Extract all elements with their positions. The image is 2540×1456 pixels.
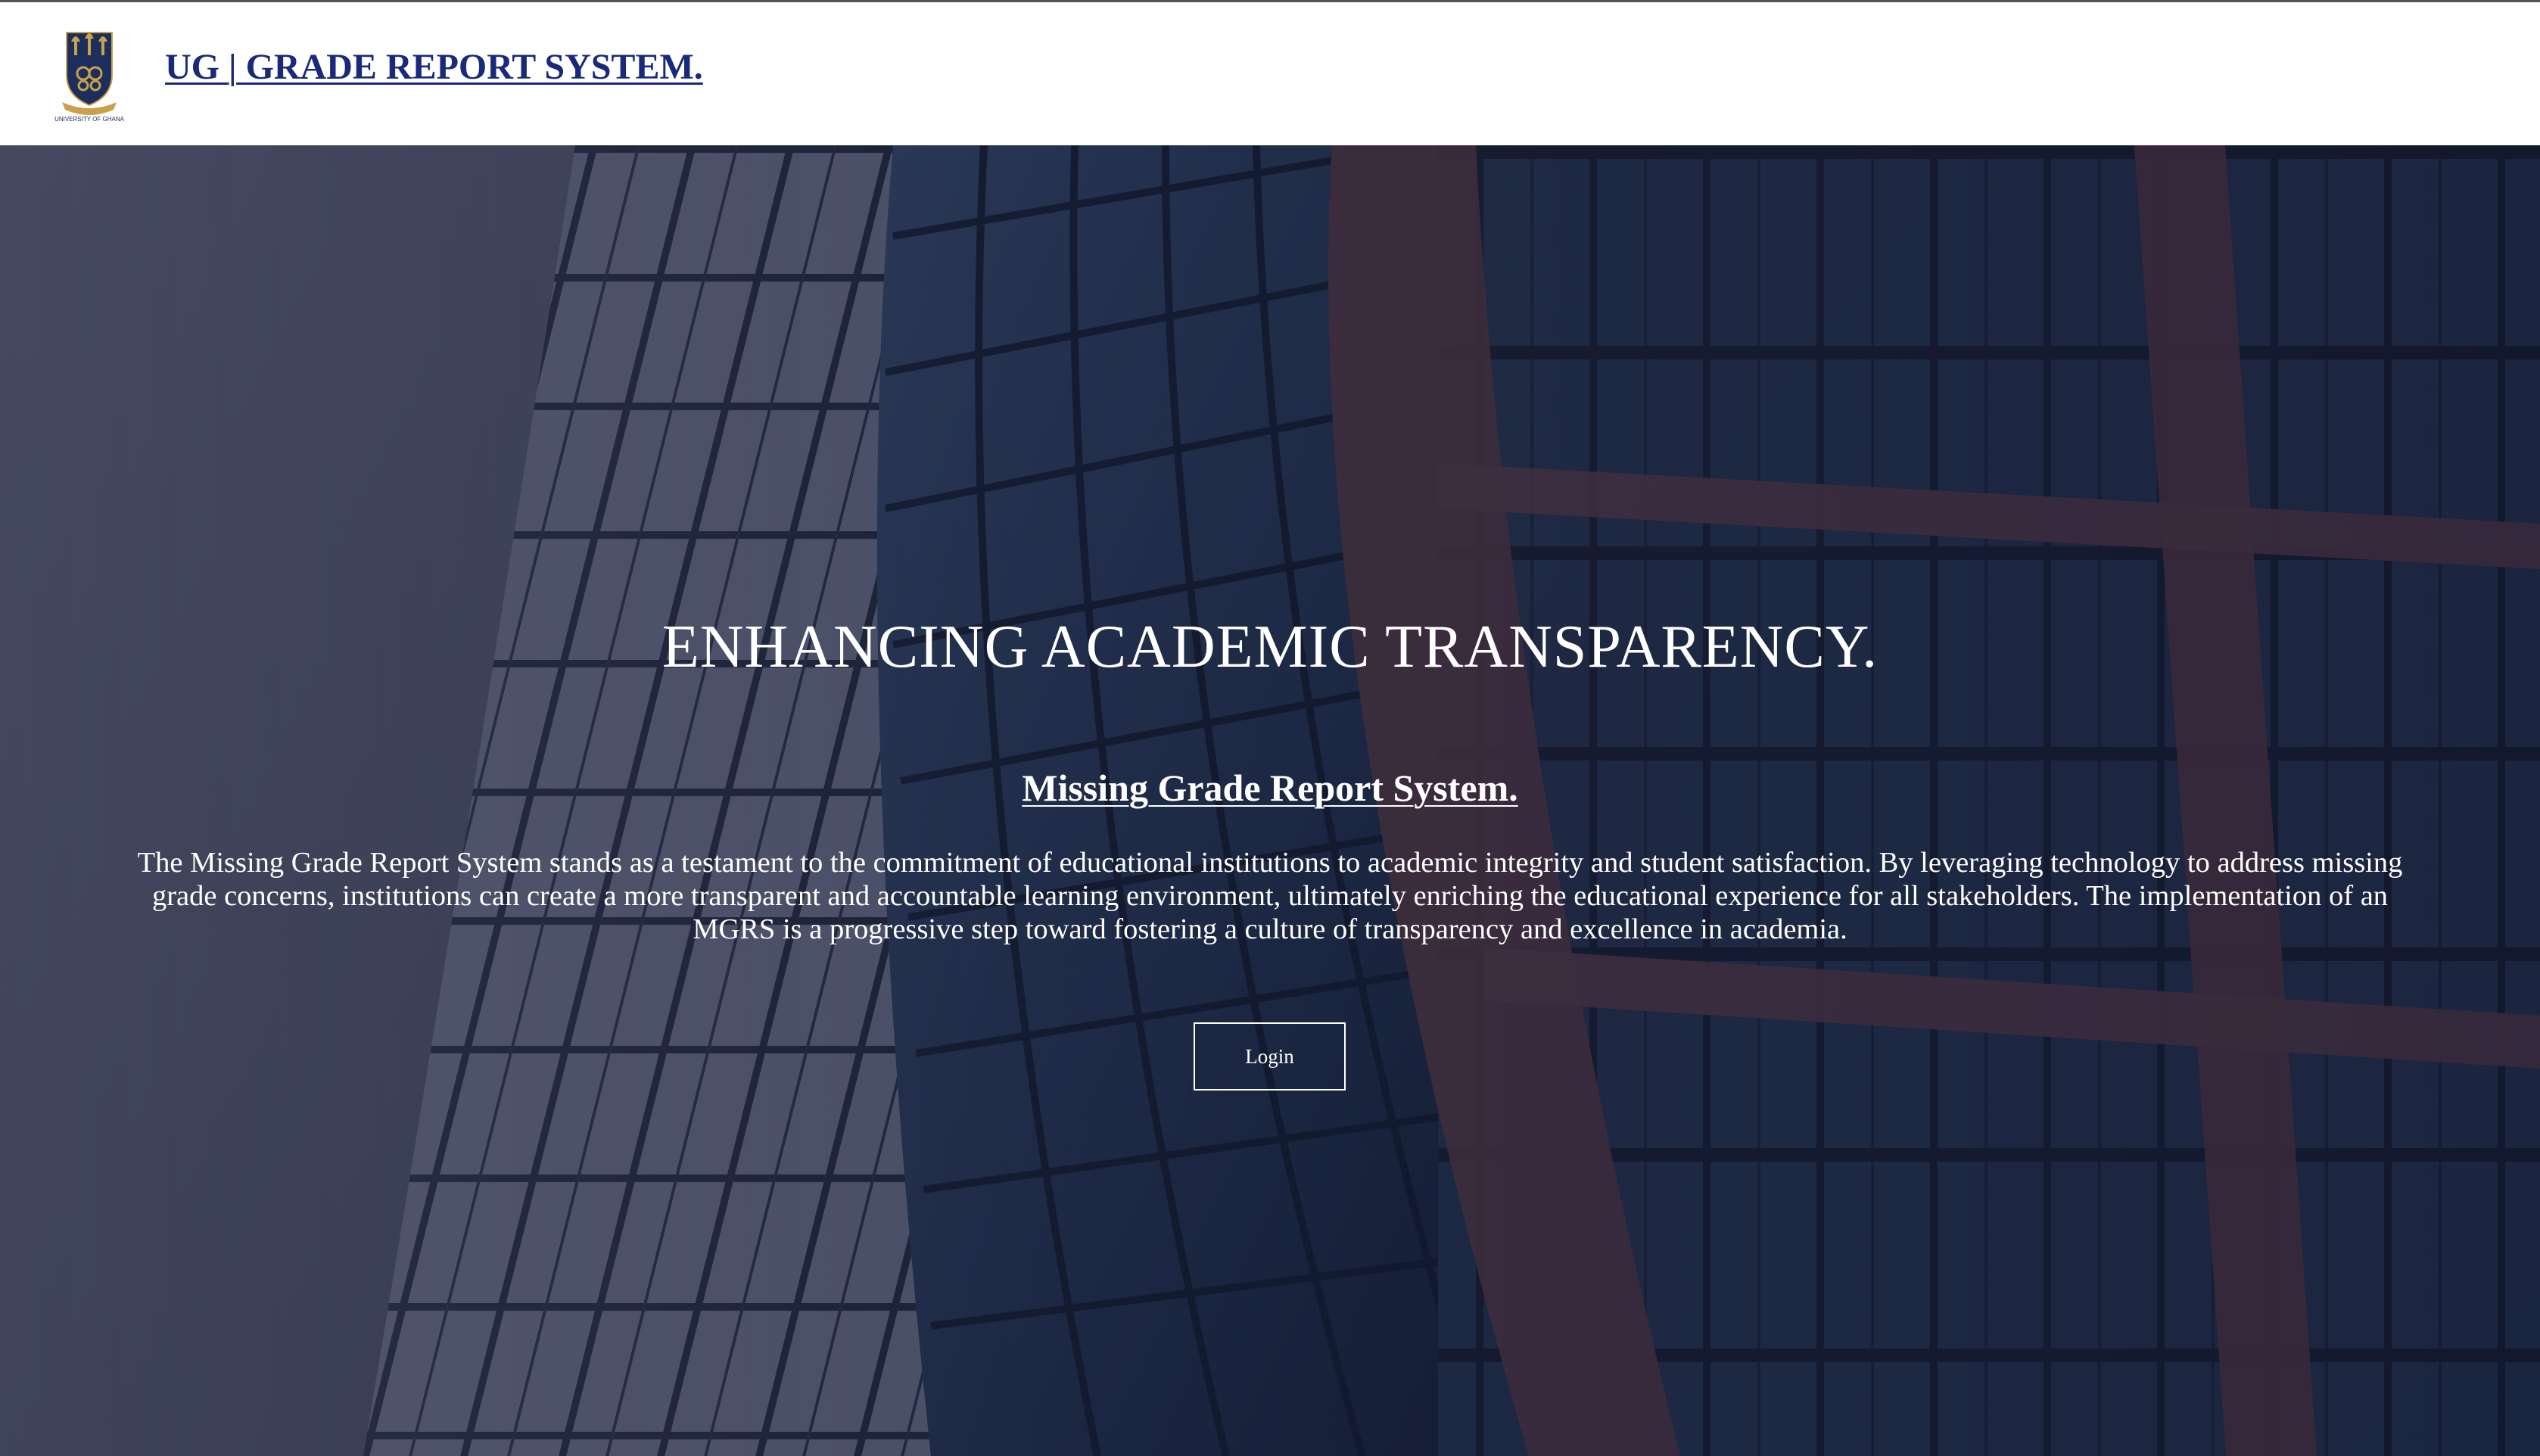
hero-content: ENHANCING ACADEMIC TRANSPARENCY. Missing… [0,145,2540,1456]
hero-title: ENHANCING ACADEMIC TRANSPARENCY. [661,614,1879,680]
top-header: UNIVERSITY OF GHANA UG | GRADE REPORT SY… [0,0,2540,145]
university-crest-icon[interactable]: UNIVERSITY OF GHANA [53,26,126,123]
hero-description: The Missing Grade Report System stands a… [137,847,2403,945]
hero-subtitle: Missing Grade Report System. [0,766,2540,810]
logo-caption: UNIVERSITY OF GHANA [54,116,124,123]
page: UNIVERSITY OF GHANA UG | GRADE REPORT SY… [0,0,2540,1456]
login-button[interactable]: Login [1194,1022,1346,1090]
hero-subtitle-link[interactable]: Missing Grade Report System. [1022,767,1518,809]
brand-title-link[interactable]: UG | GRADE REPORT SYSTEM. [165,46,703,88]
hero-section: ENHANCING ACADEMIC TRANSPARENCY. Missing… [0,145,2540,1456]
